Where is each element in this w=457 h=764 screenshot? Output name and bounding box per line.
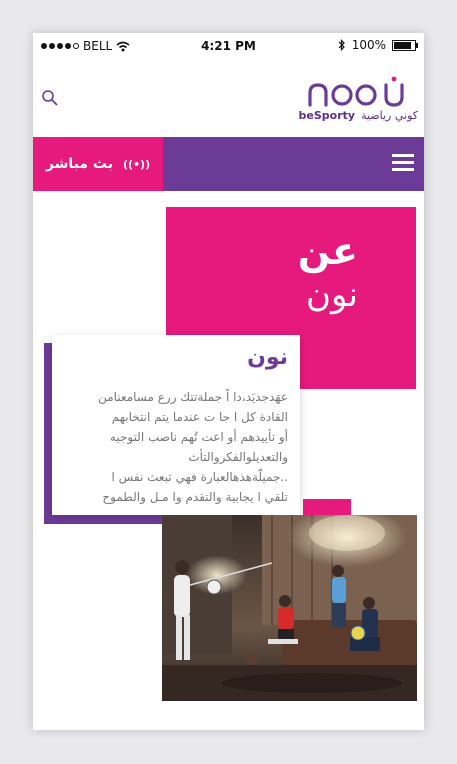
card-line: أو تأييدهم أو اعت تُهم ناصب التوجيه [109, 430, 288, 444]
status-right: 100% [338, 38, 418, 52]
card-line: ..جميلّةهذهالعبارة فهي تبعث نفس ا [111, 470, 288, 484]
bluetooth-icon [338, 39, 345, 51]
live-broadcast-button[interactable]: بث مباشر ((•)) [33, 137, 163, 191]
battery-percent: 100% [351, 38, 386, 52]
hamburger-menu-icon[interactable] [392, 154, 414, 172]
card-line: القادة كل ا جا ت عندما يتم انتخابهم [111, 410, 288, 424]
phone-screen: BELL 4:21 PM 100% beSporty كوني رياضية ب… [33, 33, 424, 730]
about-subheading: نون [306, 275, 358, 315]
search-icon[interactable] [41, 89, 59, 107]
card-line: عهَدجديَد،دا اً جملةتتك ررع مسامعنامن [98, 390, 288, 404]
status-bar: BELL 4:21 PM 100% [33, 33, 424, 59]
about-heading: عن [297, 229, 358, 273]
card-line: تلقي ا يجابية والتقدم وا مـل والطموح [102, 490, 288, 504]
about-card: نون عهَدجديَد،دا اً جملةتتك ررع مسامعنام… [52, 335, 300, 515]
card-line: والتعديلوالفكروالتأث [188, 450, 288, 464]
battery-icon [392, 39, 418, 51]
card-title: نون [247, 345, 288, 370]
live-broadcast-icon: ((•)) [122, 157, 151, 171]
logo-tagline-en: beSporty [298, 109, 356, 122]
logo-tagline: beSporty كوني رياضية [299, 109, 418, 122]
card-body: عهَدجديَد،دا اً جملةتتك ررع مسامعنامن ال… [60, 387, 288, 507]
sports-photo [162, 515, 417, 701]
logo-tagline-ar: كوني رياضية [361, 109, 418, 122]
live-label: بث مباشر [45, 156, 113, 172]
